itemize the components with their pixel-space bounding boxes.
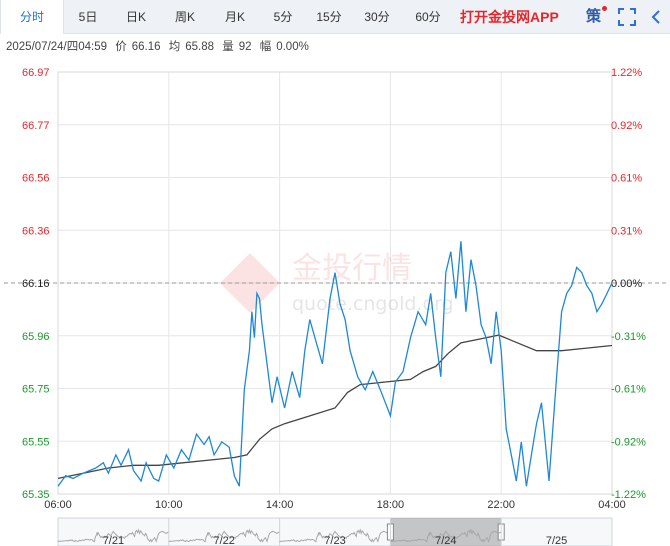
- fullscreen-icon[interactable]: [616, 6, 638, 28]
- quote-info-bar: 2025/07/24/四04:59 价 66.16 均 65.88 量 92 幅 0.0…: [6, 38, 314, 54]
- tab-daily-k[interactable]: 日K: [112, 0, 160, 34]
- time-tick-label: 06:00: [44, 499, 72, 511]
- avg-value: 65.88: [185, 41, 214, 53]
- percent-tick-label: -0.61%: [611, 384, 646, 396]
- price-tick-label: 66.77: [22, 120, 50, 132]
- percent-tick-label: -0.31%: [611, 331, 646, 343]
- price-tick-label: 66.56: [22, 173, 50, 185]
- strategy-button[interactable]: 策: [586, 0, 607, 34]
- avg-label: 均: [168, 41, 181, 53]
- intraday-chart: 金投行情 quote.cngold.org 66.9766.7766.5666.…: [4, 67, 666, 546]
- strategy-label: 策: [586, 8, 602, 25]
- tab-60min[interactable]: 60分: [402, 0, 454, 34]
- percent-tick-label: 0.31%: [611, 225, 642, 237]
- average-price-line: [57, 334, 613, 480]
- open-app-link[interactable]: 打开金投网APP: [460, 0, 559, 34]
- navigator-date-label: 7/21: [103, 535, 124, 546]
- price-tick-label: 66.16: [22, 278, 50, 290]
- percent-tick-label: 0.61%: [611, 173, 642, 185]
- time-axis-labels: 06:00 10:00 14:00 18:00 22:00 04:00: [44, 499, 626, 511]
- notification-dot: [602, 6, 607, 11]
- time-tick-label: 04:00: [598, 499, 626, 511]
- price-value: 66.16: [131, 41, 161, 53]
- percent-axis-labels: 1.22% 0.92% 0.61% 0.31% 0.00% -0.31% -0.61% -0.…: [611, 67, 646, 501]
- tab-5day[interactable]: 5日: [64, 0, 112, 34]
- price-tick-label: 66.36: [22, 225, 50, 237]
- date-range-navigator[interactable]: 7/21 7/22 7/23 7/24 7/25: [57, 517, 613, 546]
- navigator-date-label: 7/22: [213, 535, 234, 546]
- price-tick-label: 65.55: [22, 436, 50, 448]
- volume-value: 92: [238, 41, 252, 53]
- tab-intraday[interactable]: 分时: [0, 0, 64, 34]
- price-axis-labels: 66.97 66.77 66.56 66.36 66.16 65.96 65.75 65.55…: [22, 67, 50, 501]
- tab-15min[interactable]: 15分: [306, 0, 352, 34]
- percent-tick-label: 0.92%: [611, 120, 642, 132]
- time-tick-label: 18:00: [377, 499, 405, 511]
- period-tab-bar: 分时 5日 日K 周K 月K 5分 15分 30分 60分 打开金投网APP 策: [0, 0, 670, 34]
- watermark-brand: 金投行情: [292, 251, 412, 286]
- tab-5min[interactable]: 5分: [260, 0, 306, 34]
- percent-tick-label: 0.00%: [611, 278, 642, 290]
- volume-label: 量: [222, 41, 234, 53]
- change-value: 0.00%: [276, 41, 309, 53]
- tab-monthly-k[interactable]: 月K: [210, 0, 260, 34]
- price-tick-label: 65.96: [22, 331, 50, 343]
- price-label: 价: [115, 41, 127, 53]
- price-tick-label: 66.97: [22, 67, 50, 79]
- time-tick-label: 10:00: [155, 499, 183, 511]
- percent-tick-label: -0.92%: [611, 436, 646, 448]
- price-tick-label: 65.75: [22, 384, 50, 396]
- collapse-arrow-icon[interactable]: [648, 6, 666, 28]
- change-label: 幅: [259, 41, 272, 53]
- quote-datetime: 2025/07/24/四04:59: [6, 41, 108, 53]
- time-tick-label: 14:00: [266, 499, 294, 511]
- navigator-date-label: 7/23: [324, 535, 345, 546]
- navigator-date-label: 7/25: [546, 535, 567, 546]
- time-tick-label: 22:00: [487, 499, 515, 511]
- tab-weekly-k[interactable]: 周K: [160, 0, 210, 34]
- navigator-date-label: 7/24: [435, 535, 456, 546]
- percent-tick-label: 1.22%: [611, 67, 642, 79]
- tab-30min[interactable]: 30分: [352, 0, 402, 34]
